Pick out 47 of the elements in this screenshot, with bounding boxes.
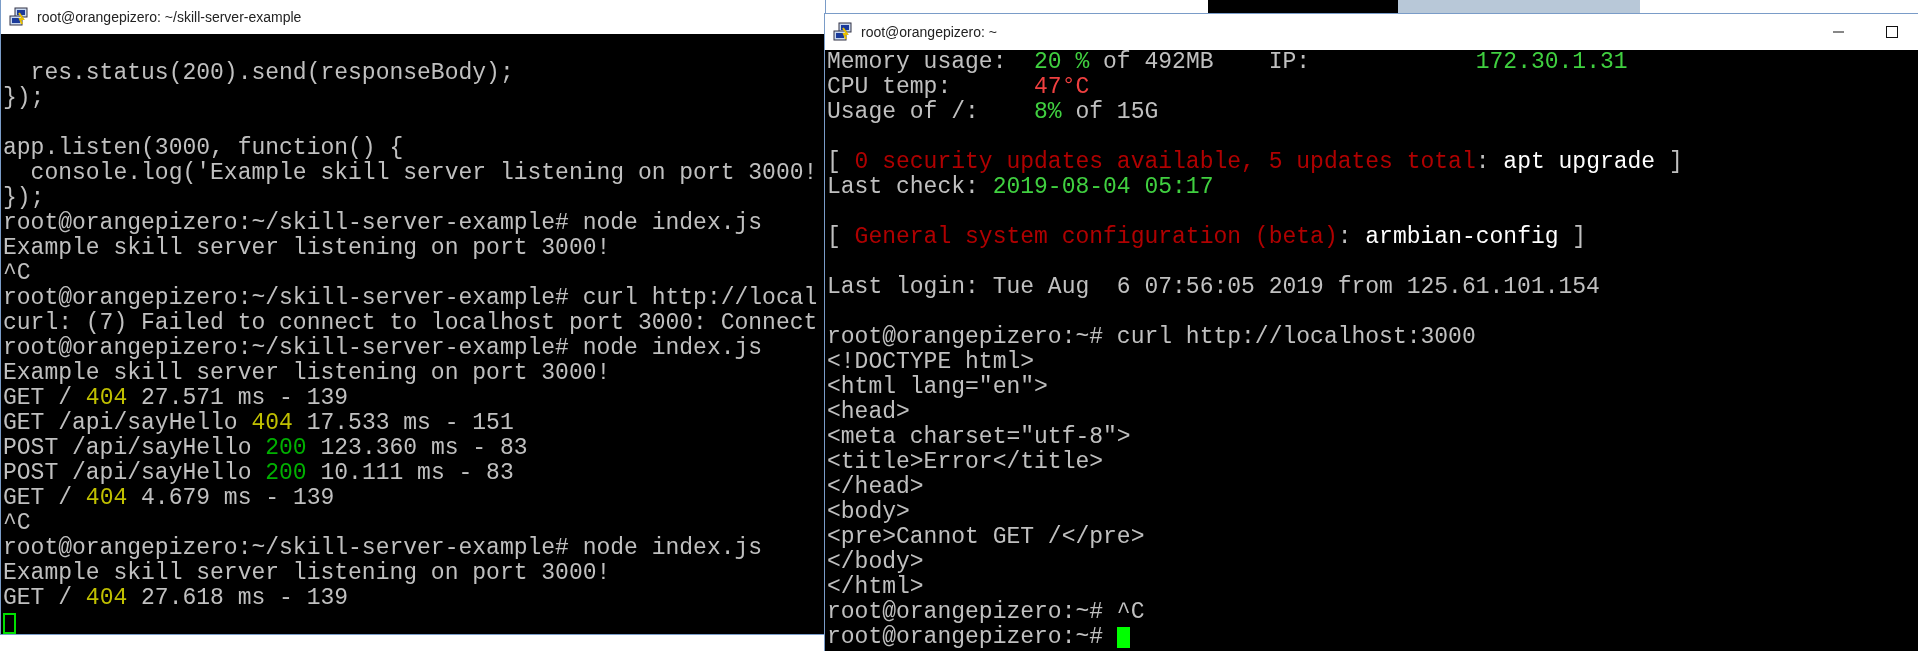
terminal-line: Usage of /: 8% of 15G [827, 100, 1159, 125]
terminal-line: root@orangepizero:~/skill-server-example# node index.js [3, 211, 763, 236]
terminal-line: Memory usage: 20 % of 492MB IP: 172.30.1.31 [827, 50, 1628, 75]
window-title: root@orangepizero: ~ [861, 24, 997, 40]
computer-icon [833, 22, 853, 42]
terminal-line: ^C [3, 261, 31, 286]
terminal-line: <meta charset="utf-8"> [827, 425, 1131, 450]
terminal-line: app.listen(3000, function() { [3, 136, 404, 161]
terminal-line: </head> [827, 475, 924, 500]
terminal-line: </body> [827, 550, 924, 575]
terminal-line: root@orangepizero:~/skill-server-example# node index.js [3, 336, 763, 361]
terminal-line: CPU temp: 47°C [827, 75, 1090, 100]
terminal-line: root@orangepizero:~/skill-server-example# curl http://local [3, 286, 818, 311]
terminal-line: POST /api/sayHello 200 10.111 ms - 83 [3, 461, 514, 486]
terminal-line: GET /api/sayHello 404 17.533 ms - 151 [3, 411, 514, 436]
computer-icon [9, 7, 29, 27]
terminal-line: Example skill server listening on port 3000! [3, 361, 611, 386]
terminal-line: [ 0 security updates available, 5 updates total: apt upgrade ] [827, 150, 1683, 175]
terminal-line: }); [3, 86, 45, 111]
maximize-icon [1886, 26, 1898, 38]
terminal-line: Example skill server listening on port 3000! [3, 561, 611, 586]
terminal-line: console.log('Example skill server listening on port 3000! [29, 161, 818, 186]
terminal-line: GET / 404 4.679 ms - 139 [3, 486, 335, 511]
terminal-line: <head> [827, 400, 910, 425]
terminal-line: root@orangepizero:~# [827, 625, 1105, 650]
terminal-line: Last check: 2019-08-04 05:17 [827, 175, 1214, 200]
terminal-line: <html lang="en"> [827, 375, 1048, 400]
terminal-line: }); [3, 186, 45, 211]
terminal-line: res.status(200).send(responseBody); [29, 61, 514, 86]
window-title: root@orangepizero: ~/skill-server-example [37, 9, 302, 25]
terminal-line: <!DOCTYPE html> [827, 350, 1035, 375]
terminal-line: Last login: Tue Aug 6 07:56:05 2019 from 125.61.101.154 [827, 275, 1600, 300]
terminal-line: [ General system configuration (beta): armbian-config ] [827, 225, 1587, 250]
terminal-line: GET / 404 27.618 ms - 139 [3, 586, 349, 611]
terminal-line: root@orangepizero:~/skill-server-example# node index.js [3, 536, 763, 561]
terminal-line: GET / 404 27.571 ms - 139 [3, 386, 349, 411]
terminal-line: </html> [827, 575, 924, 600]
terminal-line: root@orangepizero:~# curl http://localhost:3000 [827, 325, 1476, 350]
terminal-line: root@orangepizero:~# ^C [827, 600, 1145, 625]
terminal-line: curl: (7) Failed to connect to localhost port 3000: Connect [3, 311, 818, 336]
terminal-line: <title>Error</title> [827, 450, 1104, 475]
terminal-line: ^C [3, 511, 31, 536]
terminal-line: <pre>Cannot GET /</pre> [827, 525, 1145, 550]
terminal-line: POST /api/sayHello 200 123.360 ms - 83 [3, 436, 528, 461]
minimize-icon [1832, 31, 1844, 33]
terminal-line: <body> [827, 500, 910, 525]
terminal-line: Example skill server listening on port 3000! [3, 236, 611, 261]
